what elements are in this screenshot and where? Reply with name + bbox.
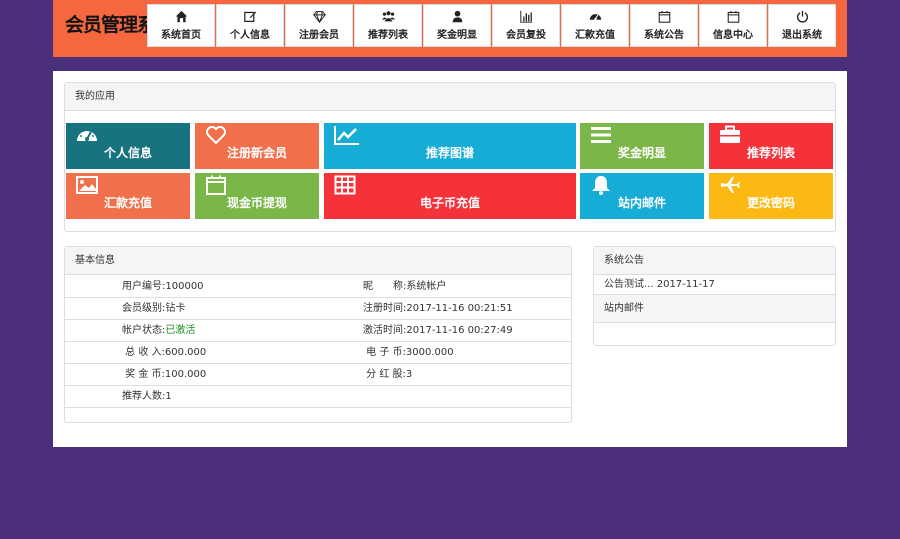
notice-item[interactable]: 公告测试... 2017-11-17 <box>594 275 835 295</box>
tile-e-coin-recharge[interactable]: 电子币充值 <box>324 173 576 219</box>
panel-title: 我的应用 <box>65 83 835 111</box>
picture-icon <box>76 176 98 194</box>
empty-cell <box>363 386 571 407</box>
basic-info-panel: 基本信息 用户编号:100000 昵 称:系统帐户 会员级别:钻卡 注册时间:2… <box>64 246 572 423</box>
nav-label: 信息中心 <box>713 30 753 41</box>
nav-home[interactable]: 系统首页 <box>147 4 215 47</box>
nav-label: 退出系统 <box>782 30 822 41</box>
briefcase-icon <box>720 125 740 143</box>
nav-label: 注册会员 <box>299 30 339 41</box>
tile-referral-tree[interactable]: 推荐图谱 <box>324 123 576 169</box>
tile-label: 现金币提现 <box>226 196 287 210</box>
tile-label: 个人信息 <box>103 146 152 160</box>
table-row: 奖 金 币:100.000 分 红 股:3 <box>65 364 571 386</box>
nav-referrals[interactable]: 推荐列表 <box>354 4 422 47</box>
nav-label: 奖金明显 <box>437 30 477 41</box>
main-content: 我的应用 个人信息 注册新会员 推荐图谱 奖金明显 推荐列表 汇款充值 现金币提… <box>53 71 847 447</box>
register-time: 注册时间:2017-11-16 00:21:51 <box>363 303 513 314</box>
tile-bonus[interactable]: 奖金明显 <box>580 123 704 169</box>
table-row: 总 收 入:600.000 电 子 币:3000.000 <box>65 342 571 364</box>
user-id: 用户编号:100000 <box>122 281 204 292</box>
tile-label: 电子币充值 <box>419 196 480 210</box>
tile-label: 汇款充值 <box>103 196 152 210</box>
tile-label: 注册新会员 <box>226 146 287 160</box>
table-row: 用户编号:100000 昵 称:系统帐户 <box>65 276 571 298</box>
status-label: 帐户状态: <box>122 325 166 336</box>
heart-icon <box>206 126 226 145</box>
tile-profile[interactable]: 个人信息 <box>66 123 190 169</box>
home-icon <box>175 10 187 23</box>
total-income: 总 收 入:600.000 <box>122 347 207 358</box>
nickname: 昵 称:系统帐户 <box>363 281 447 292</box>
panel-title: 系统公告 <box>594 247 835 275</box>
tile-withdraw[interactable]: 现金币提现 <box>195 173 319 219</box>
bar-chart-icon <box>519 10 532 23</box>
calendar-icon <box>206 175 226 195</box>
nav-label: 会员复投 <box>506 30 546 41</box>
nav-logout[interactable]: 退出系统 <box>768 4 836 47</box>
tile-mail[interactable]: 站内邮件 <box>580 173 704 219</box>
nav-label: 汇款充值 <box>575 30 615 41</box>
dashboard-icon <box>77 130 97 141</box>
plane-icon <box>721 177 740 193</box>
table-row: 会员级别:钻卡 注册时间:2017-11-16 00:21:51 <box>65 298 571 320</box>
status-badge: 已激活 <box>165 325 196 336</box>
header: 会员管理系统 系统首页 个人信息 注册会员 推荐列表 奖金明显 会员复投 汇款充… <box>53 0 847 57</box>
calendar-icon <box>727 10 739 23</box>
account-status: 帐户状态:已激活 <box>65 320 363 341</box>
e-coin: 电 子 币:3000.000 <box>363 347 454 358</box>
tile-label: 站内邮件 <box>617 196 666 210</box>
line-chart-icon <box>334 126 359 145</box>
diamond-icon <box>312 11 326 23</box>
list-icon <box>591 127 611 143</box>
tile-label: 奖金明显 <box>617 146 666 160</box>
table-row: 帐户状态:已激活 激活时间:2017-11-16 00:27:49 <box>65 320 571 342</box>
member-level: 会员级别:钻卡 <box>122 303 186 314</box>
calendar-icon <box>658 10 670 23</box>
tile-referral-list[interactable]: 推荐列表 <box>709 123 833 169</box>
users-icon <box>381 11 395 22</box>
top-nav: 系统首页 个人信息 注册会员 推荐列表 奖金明显 会员复投 汇款充值 系统公告 <box>147 4 836 47</box>
nav-label: 系统公告 <box>644 30 684 41</box>
notice-panel: 系统公告 公告测试... 2017-11-17 站内邮件 <box>593 246 836 346</box>
edit-icon <box>243 11 256 22</box>
tile-label: 推荐列表 <box>746 146 795 160</box>
panel-title: 基本信息 <box>65 247 571 275</box>
nav-label: 个人信息 <box>230 30 270 41</box>
bonus-coin: 奖 金 币:100.000 <box>122 369 207 380</box>
nav-announcements[interactable]: 系统公告 <box>630 4 698 47</box>
nav-label: 系统首页 <box>161 30 201 41</box>
nav-reinvest[interactable]: 会员复投 <box>492 4 560 47</box>
mail-title: 站内邮件 <box>594 295 835 323</box>
tile-register[interactable]: 注册新会员 <box>195 123 319 169</box>
table-row: 推荐人数:1 <box>65 386 571 408</box>
nav-recharge[interactable]: 汇款充值 <box>561 4 629 47</box>
tile-recharge[interactable]: 汇款充值 <box>66 173 190 219</box>
activation-time: 激活时间:2017-11-16 00:27:49 <box>363 325 513 336</box>
nav-label: 推荐列表 <box>368 30 408 41</box>
nav-register[interactable]: 注册会员 <box>285 4 353 47</box>
nav-bonus[interactable]: 奖金明显 <box>423 4 491 47</box>
tile-change-password[interactable]: 更改密码 <box>709 173 833 219</box>
grid-icon <box>334 175 356 195</box>
tile-label: 推荐图谱 <box>425 146 474 160</box>
nav-info-center[interactable]: 信息中心 <box>699 4 767 47</box>
nav-profile[interactable]: 个人信息 <box>216 4 284 47</box>
dividend-shares: 分 红 股:3 <box>363 369 413 380</box>
tile-label: 更改密码 <box>746 196 795 210</box>
dashboard-icon <box>589 14 601 21</box>
bell-icon <box>592 176 610 195</box>
user-icon <box>452 10 462 23</box>
power-icon <box>796 10 808 23</box>
referral-count: 推荐人数:1 <box>122 391 172 402</box>
info-table: 用户编号:100000 昵 称:系统帐户 会员级别:钻卡 注册时间:2017-1… <box>65 276 571 408</box>
